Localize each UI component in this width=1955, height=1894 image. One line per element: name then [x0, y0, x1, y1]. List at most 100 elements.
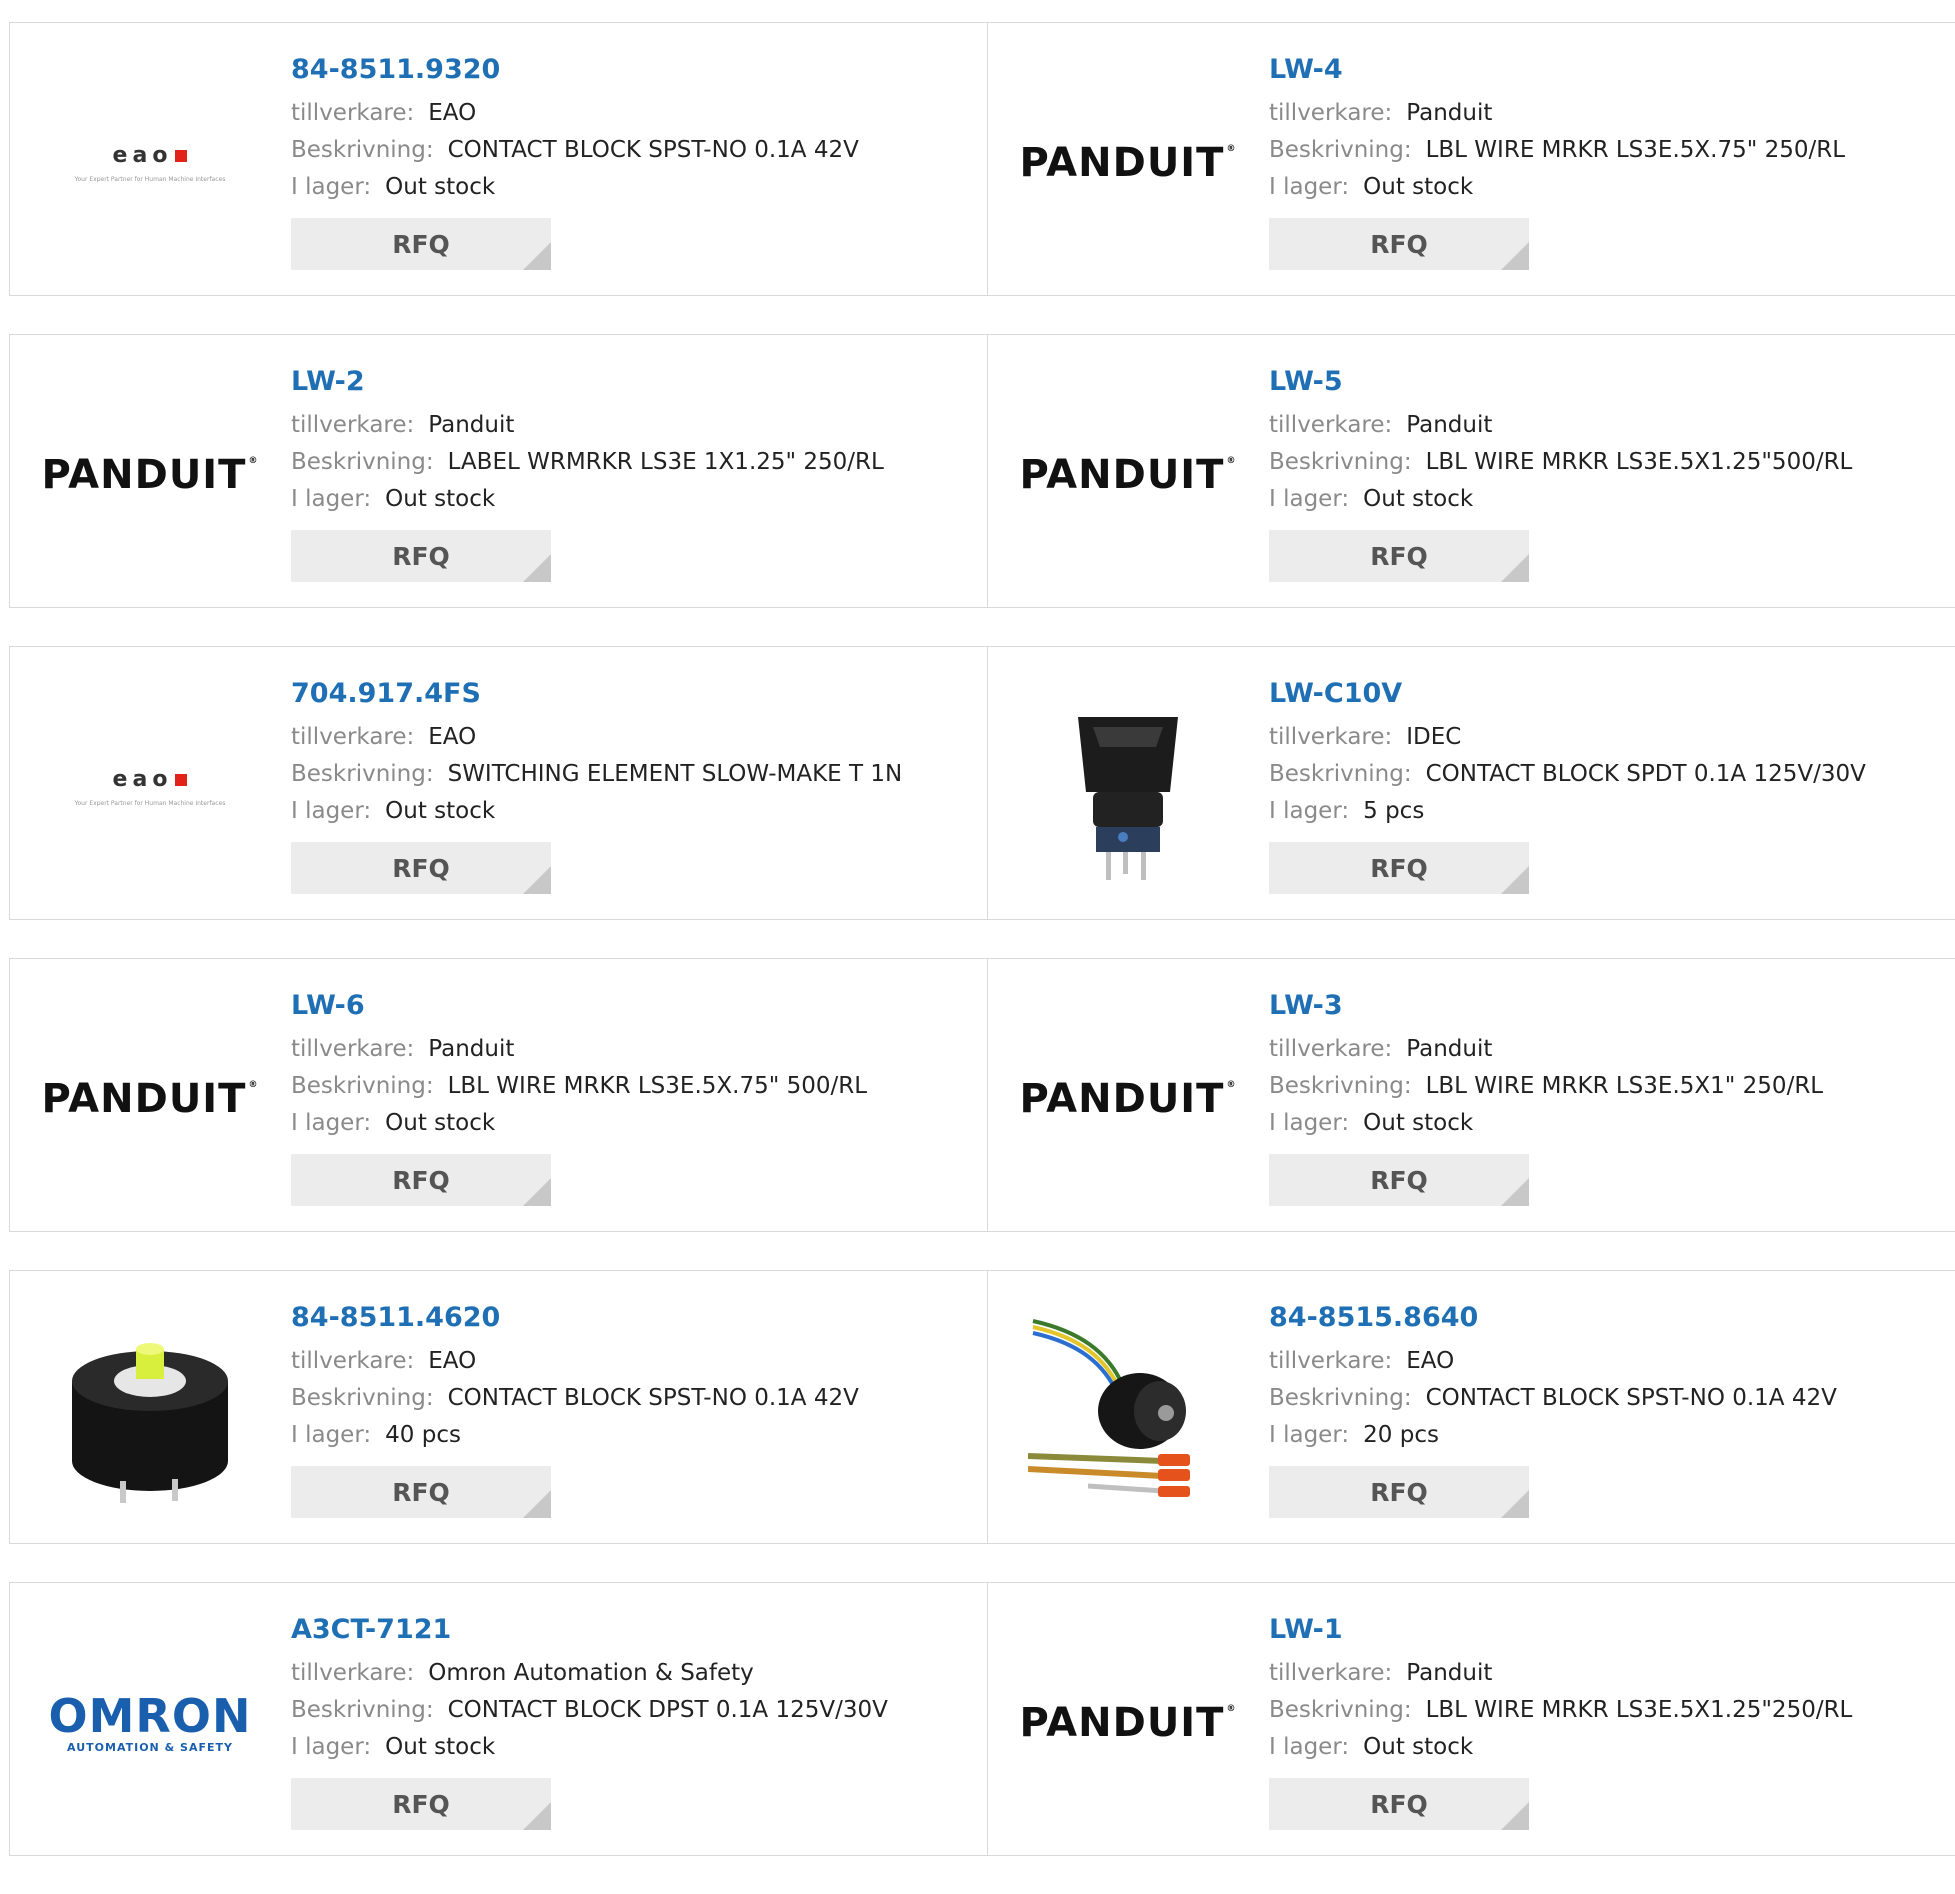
panduit-logo-word: PANDUIT: [1019, 1700, 1225, 1746]
manufacturer-value: Panduit: [1406, 100, 1493, 126]
manufacturer-label: tillverkare:: [1269, 1036, 1393, 1062]
description-label: Beskrivning:: [1269, 449, 1412, 475]
description-value: CONTACT BLOCK SPST-NO 0.1A 42V: [447, 137, 859, 163]
stock-row: I lager: Out stock: [291, 793, 951, 830]
rfq-button-label: RFQ: [1370, 1789, 1428, 1819]
product-card: 84-8515.8640 tillverkare: EAO Beskrivning: C…: [988, 1271, 1955, 1543]
rfq-button[interactable]: RFQ: [1269, 530, 1529, 582]
part-number-link[interactable]: A3CT-7121: [291, 1611, 951, 1649]
rfq-button[interactable]: RFQ: [1269, 1778, 1529, 1830]
manufacturer-label: tillverkare:: [291, 100, 415, 126]
product-info: 704.917.4FS tillverkare: EAO Beskrivning: SW…: [291, 675, 951, 894]
description-value: CONTACT BLOCK SPST-NO 0.1A 42V: [447, 1385, 859, 1411]
product-thumbnail[interactable]: [1028, 1311, 1228, 1511]
panduit-logo-word: PANDUIT: [41, 452, 247, 498]
rfq-corner-decoration: [523, 1490, 551, 1518]
rfq-button[interactable]: RFQ: [291, 842, 551, 894]
rfq-button[interactable]: RFQ: [1269, 842, 1529, 894]
panduit-logo-mark: ®: [1226, 144, 1237, 154]
omron-logo-subtitle: AUTOMATION & SAFETY: [67, 1740, 233, 1754]
product-thumbnail[interactable]: PANDUIT ®: [1020, 375, 1236, 575]
manufacturer-row: tillverkare: IDEC: [1269, 719, 1929, 756]
panduit-logo-word: PANDUIT: [1019, 452, 1225, 498]
manufacturer-row: tillverkare: EAO: [291, 95, 951, 132]
stock-label: I lager:: [291, 1422, 372, 1448]
part-number-link[interactable]: 84-8515.8640: [1269, 1299, 1929, 1337]
part-number-link[interactable]: LW-1: [1269, 1611, 1929, 1649]
stock-value: Out stock: [385, 798, 496, 824]
manufacturer-row: tillverkare: EAO: [291, 1343, 951, 1380]
description-value: CONTACT BLOCK SPDT 0.1A 125V/30V: [1425, 761, 1866, 787]
product-thumbnail[interactable]: PANDUIT ®: [1020, 999, 1236, 1199]
rfq-button[interactable]: RFQ: [1269, 1154, 1529, 1206]
manufacturer-row: tillverkare: EAO: [291, 719, 951, 756]
part-number-link[interactable]: LW-6: [291, 987, 951, 1025]
stock-label: I lager:: [1269, 486, 1350, 512]
product-thumbnail[interactable]: [50, 1311, 250, 1511]
product-row: eao Your Expert Partner for Human Machin…: [9, 22, 1955, 296]
product-thumbnail[interactable]: eao Your Expert Partner for Human Machin…: [50, 687, 250, 887]
rfq-button[interactable]: RFQ: [1269, 218, 1529, 270]
stock-label: I lager:: [291, 174, 372, 200]
rfq-button-label: RFQ: [392, 1477, 450, 1507]
product-card: PANDUIT ® LW-6 tillverkare: Panduit Beskrivn…: [10, 959, 988, 1231]
eao-logo: eao Your Expert Partner for Human Machin…: [75, 143, 226, 183]
manufacturer-row: tillverkare: Panduit: [1269, 95, 1929, 132]
part-number-link[interactable]: LW-3: [1269, 987, 1929, 1025]
panduit-logo-word: PANDUIT: [41, 1076, 247, 1122]
part-number-link[interactable]: LW-2: [291, 363, 951, 401]
product-row: 84-8511.4620 tillverkare: EAO Beskrivning: C…: [9, 1270, 1955, 1544]
stock-value: 5 pcs: [1363, 798, 1425, 824]
product-thumbnail[interactable]: OMRON AUTOMATION & SAFETY: [48, 1623, 252, 1823]
stock-row: I lager: Out stock: [291, 481, 951, 518]
manufacturer-value: EAO: [428, 724, 477, 750]
manufacturer-label: tillverkare:: [1269, 1660, 1393, 1686]
part-number-link[interactable]: LW-4: [1269, 51, 1929, 89]
rfq-button[interactable]: RFQ: [291, 1154, 551, 1206]
product-thumbnail[interactable]: [1028, 687, 1228, 887]
part-number-link[interactable]: LW-C10V: [1269, 675, 1929, 713]
manufacturer-value: Panduit: [1406, 412, 1493, 438]
product-thumbnail[interactable]: PANDUIT ®: [42, 375, 258, 575]
product-card: 84-8511.4620 tillverkare: EAO Beskrivning: C…: [10, 1271, 988, 1543]
part-number-link[interactable]: LW-5: [1269, 363, 1929, 401]
description-row: Beskrivning: LBL WIRE MRKR LS3E.5X.75" 25…: [1269, 132, 1929, 169]
part-number-link[interactable]: 84-8511.9320: [291, 51, 951, 89]
product-card: PANDUIT ® LW-5 tillverkare: Panduit Beskrivn…: [988, 335, 1955, 607]
stock-row: I lager: Out stock: [291, 1105, 951, 1142]
stock-row: I lager: 5 pcs: [1269, 793, 1929, 830]
stock-value: 20 pcs: [1363, 1422, 1439, 1448]
product-card: LW-C10V tillverkare: IDEC Beskrivning: CONTA…: [988, 647, 1955, 919]
panduit-logo: PANDUIT ®: [42, 1076, 259, 1122]
product-info: LW-3 tillverkare: Panduit Beskrivning: LBL W…: [1269, 987, 1929, 1206]
description-row: Beskrivning: LBL WIRE MRKR LS3E.5X1" 250/…: [1269, 1068, 1929, 1105]
manufacturer-value: EAO: [1406, 1348, 1455, 1374]
eao-logo-tagline: Your Expert Partner for Human Machine In…: [74, 800, 226, 807]
description-row: Beskrivning: CONTACT BLOCK SPST-NO 0.1A 4…: [291, 132, 951, 169]
rfq-button-label: RFQ: [1370, 541, 1428, 571]
rfq-button[interactable]: RFQ: [291, 530, 551, 582]
part-number-link[interactable]: 704.917.4FS: [291, 675, 951, 713]
product-thumbnail[interactable]: PANDUIT ®: [1020, 1623, 1236, 1823]
stock-value: Out stock: [1363, 174, 1474, 200]
description-label: Beskrivning:: [291, 1697, 434, 1723]
rfq-button[interactable]: RFQ: [291, 218, 551, 270]
rfq-button[interactable]: RFQ: [291, 1466, 551, 1518]
manufacturer-label: tillverkare:: [291, 724, 415, 750]
product-thumbnail[interactable]: eao Your Expert Partner for Human Machin…: [50, 63, 250, 263]
stock-label: I lager:: [291, 1734, 372, 1760]
rfq-button-label: RFQ: [392, 1165, 450, 1195]
description-value: LBL WIRE MRKR LS3E.5X1" 250/RL: [1425, 1073, 1824, 1099]
panduit-logo-mark: ®: [1226, 1704, 1237, 1714]
rfq-button[interactable]: RFQ: [1269, 1466, 1529, 1518]
product-thumbnail[interactable]: PANDUIT ®: [42, 999, 258, 1199]
description-label: Beskrivning:: [1269, 137, 1412, 163]
panduit-logo-mark: ®: [1226, 1080, 1237, 1090]
omron-logo-word: OMRON: [48, 1688, 252, 1743]
product-info: 84-8511.9320 tillverkare: EAO Beskrivning: C…: [291, 51, 951, 270]
rfq-corner-decoration: [1501, 242, 1529, 270]
product-thumbnail[interactable]: PANDUIT ®: [1020, 63, 1236, 263]
part-number-link[interactable]: 84-8511.4620: [291, 1299, 951, 1337]
rfq-button[interactable]: RFQ: [291, 1778, 551, 1830]
description-value: LBL WIRE MRKR LS3E.5X.75" 500/RL: [447, 1073, 868, 1099]
